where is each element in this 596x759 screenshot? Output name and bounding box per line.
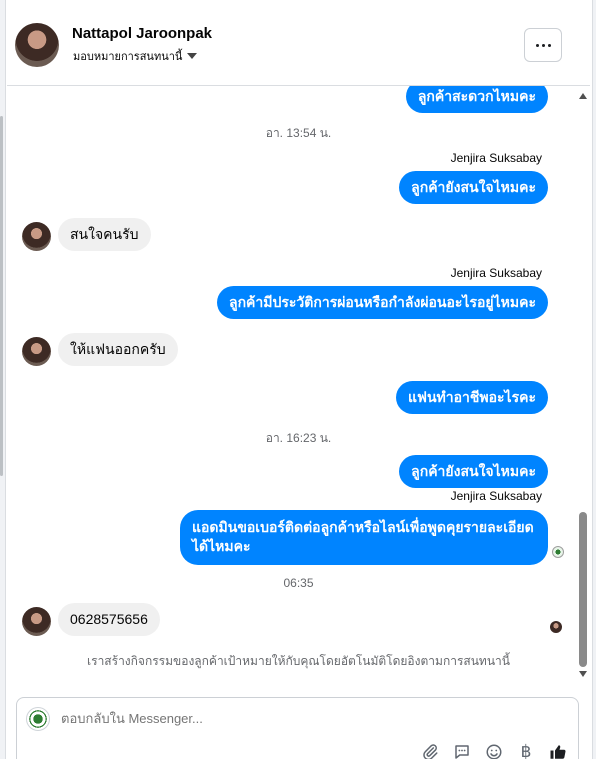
outgoing-message[interactable]: แอดมินขอเบอร์ติดต่อลูกค้าหรือไลน์เพื่อพู… (180, 510, 548, 565)
emoji-icon (486, 744, 502, 759)
incoming-message[interactable]: ให้แฟนออกครับ (58, 333, 178, 366)
payment-button[interactable]: ฿ (516, 742, 536, 759)
more-icon (535, 43, 551, 47)
scroll-up-icon[interactable] (579, 93, 587, 99)
outgoing-message[interactable]: ลูกค้ายังสนใจไหมคะ (399, 171, 548, 204)
sender-name: Jenjira Suksabay (450, 151, 542, 165)
incoming-message[interactable]: 0628575656 (58, 603, 160, 636)
emoji-button[interactable] (484, 742, 504, 759)
contact-avatar-small[interactable] (22, 607, 51, 636)
scroll-down-icon[interactable] (579, 671, 587, 677)
timestamp: 06:35 (283, 576, 314, 590)
right-panel-edge (592, 0, 596, 759)
contact-name[interactable]: Nattapol Jaroonpak (72, 25, 212, 42)
page-avatar (26, 707, 50, 731)
reply-input[interactable] (61, 711, 541, 726)
timestamp: อา. 13:54 น. (265, 126, 332, 140)
seen-by-page-icon (552, 546, 564, 558)
baht-icon: ฿ (520, 742, 532, 759)
sender-name: Jenjira Suksabay (450, 266, 542, 280)
assign-conversation-label: มอบหมายการสนทนานี้ (73, 51, 183, 63)
incoming-message[interactable]: สนใจคนรับ (58, 218, 151, 251)
contact-avatar[interactable] (15, 23, 59, 67)
outgoing-message[interactable]: ลูกค้ายังสนใจไหมคะ (399, 455, 548, 488)
sender-name: Jenjira Suksabay (450, 489, 542, 503)
attach-button[interactable] (420, 742, 440, 759)
saved-replies-button[interactable] (452, 742, 472, 759)
message-thread[interactable]: ลูกค้าสะดวกไหมคะ อา. 13:54 น. Jenjira Su… (7, 86, 590, 684)
like-button[interactable] (548, 742, 568, 759)
message-composer: ฿ (16, 697, 579, 759)
seen-by-contact-icon (550, 621, 562, 633)
left-panel-edge (0, 0, 6, 759)
saved-reply-icon (455, 745, 469, 759)
composer-toolbar: ฿ (420, 742, 568, 759)
left-scroll-indicator (0, 116, 3, 476)
outgoing-message[interactable]: แฟนทำอาชีพอะไรคะ (396, 381, 548, 414)
like-icon (550, 745, 566, 759)
contact-avatar-small[interactable] (22, 337, 51, 366)
attach-icon (423, 744, 438, 759)
timestamp: อา. 16:23 น. (265, 431, 332, 445)
more-options-button[interactable] (524, 28, 562, 62)
chevron-down-icon (187, 53, 198, 59)
thread-scrollbar[interactable] (576, 86, 590, 684)
scrollbar-thumb[interactable] (579, 512, 587, 667)
contact-avatar-small[interactable] (22, 222, 51, 251)
outgoing-message[interactable]: ลูกค้ามีประวัติการผ่อนหรือกำลังผ่อนอะไรอ… (216, 286, 548, 319)
assign-conversation-dropdown[interactable]: มอบหมายการสนทนานี้ (73, 47, 198, 65)
conversation-header: Nattapol Jaroonpak มอบหมายการสนทนานี้ (7, 0, 590, 86)
system-notice: เราสร้างกิจกรรมของลูกค้าเป้าหมายให้กับคุ… (87, 654, 510, 668)
outgoing-message[interactable]: ลูกค้าสะดวกไหมคะ (405, 86, 548, 113)
